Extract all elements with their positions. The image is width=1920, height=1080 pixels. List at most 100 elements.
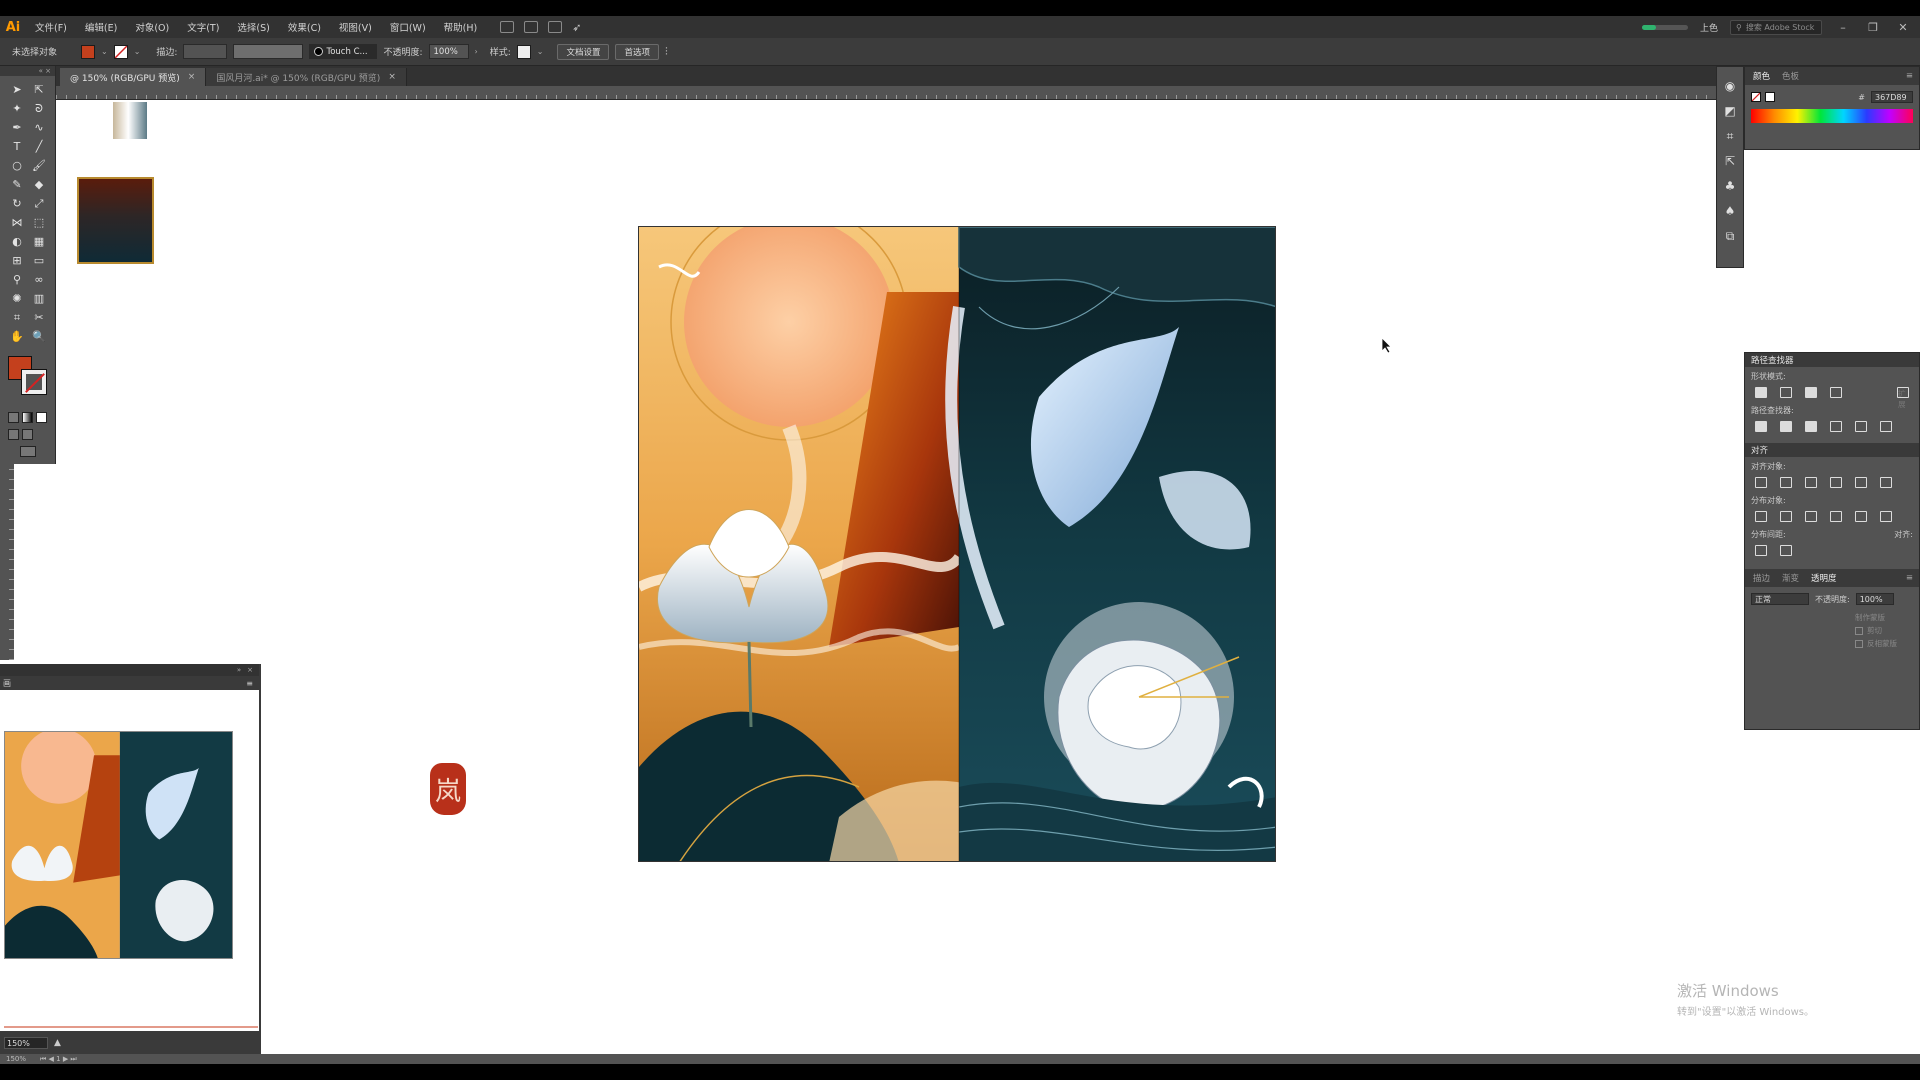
brushes-icon[interactable]: ♠ <box>1723 204 1737 218</box>
minus-front-icon[interactable] <box>1780 387 1792 398</box>
artboard-icon[interactable]: ⌗ <box>8 310 26 325</box>
vertical-ruler[interactable] <box>0 460 14 660</box>
draw-behind-icon[interactable] <box>22 429 33 440</box>
menu-effect[interactable]: 效果(C) <box>279 20 330 34</box>
gpu-performance-icon[interactable]: ➶ <box>572 21 581 34</box>
outline-icon[interactable] <box>1855 421 1867 432</box>
distribute-bottom-icon[interactable] <box>1805 511 1817 522</box>
merge-icon[interactable] <box>1805 421 1817 432</box>
ellipse-icon[interactable]: ○ <box>8 158 26 173</box>
close-icon[interactable]: × <box>188 72 196 82</box>
slice-icon[interactable]: ✂ <box>30 310 48 325</box>
width-icon[interactable]: ⋈ <box>8 215 26 230</box>
gradient-rectangle[interactable] <box>77 177 154 264</box>
image-trace-icon[interactable]: ◩ <box>1723 104 1737 118</box>
menu-window[interactable]: 窗口(W) <box>381 20 435 34</box>
clip-checkbox[interactable] <box>1855 626 1863 635</box>
free-transform-icon[interactable]: ⬚ <box>30 215 48 230</box>
pathfinder-title[interactable]: 路径查找器 <box>1745 353 1919 367</box>
zoom-icon[interactable]: 🔍 <box>30 329 48 344</box>
stroke-color-swatch[interactable] <box>113 44 128 59</box>
menu-object[interactable]: 对象(O) <box>126 20 178 34</box>
panel-menu-icon[interactable]: ≡ <box>1906 71 1913 81</box>
workspace-switcher[interactable]: 上色 <box>1700 21 1718 34</box>
tab-swatches[interactable]: 色板 <box>1782 70 1799 82</box>
zoom-out-icon[interactable]: ▲ <box>54 1038 61 1048</box>
arrange-icon[interactable]: ⫶ <box>665 45 668 59</box>
direct-selection-icon[interactable]: ⇱ <box>30 82 48 97</box>
navigator-thumbnail[interactable] <box>4 731 233 959</box>
gradient-icon[interactable]: ▭ <box>30 253 48 268</box>
tab-gradient[interactable]: 渐变 <box>1782 572 1799 584</box>
align-hcenter-icon[interactable] <box>1780 477 1792 488</box>
chevron-down-icon[interactable]: ⌄ <box>134 47 141 56</box>
divide-icon[interactable] <box>1755 421 1767 432</box>
graphic-style-swatch[interactable] <box>516 44 531 59</box>
pencil-icon[interactable]: ✎ <box>8 177 26 192</box>
red-seal-stamp[interactable]: 岚 <box>430 763 466 815</box>
transform-icon[interactable]: ⌗ <box>1723 129 1737 143</box>
lasso-icon[interactable]: ᘐ <box>30 101 48 116</box>
artboard-navigation[interactable]: ⏮ ◀ 1 ▶ ⏭ <box>40 1055 77 1064</box>
magic-wand-icon[interactable]: ✦ <box>8 101 26 116</box>
type-icon[interactable]: T <box>8 139 26 154</box>
panel-menu-icon[interactable]: ≡ <box>246 679 253 688</box>
stroke-swatch[interactable] <box>21 369 47 395</box>
distribute-left-icon[interactable] <box>1830 511 1842 522</box>
minimize-button[interactable]: – <box>1834 21 1852 34</box>
arrange-documents-icon[interactable] <box>548 21 563 33</box>
chevron-down-icon[interactable]: ⌄ <box>101 47 108 56</box>
menu-edit[interactable]: 编辑(E) <box>76 20 126 34</box>
chevron-right-icon[interactable]: › <box>475 47 478 56</box>
eyedropper-icon[interactable]: ⚲ <box>8 272 26 287</box>
navigator-zoom-field[interactable]: 150% <box>4 1036 48 1049</box>
symbol-sprayer-icon[interactable]: ✺ <box>8 291 26 306</box>
invert-mask-checkbox[interactable] <box>1855 639 1863 648</box>
pen-icon[interactable]: ✒ <box>8 120 26 135</box>
trim-icon[interactable] <box>1780 421 1792 432</box>
color-spectrum[interactable] <box>1751 109 1913 123</box>
blend-mode-select[interactable]: 正常 <box>1751 593 1809 605</box>
brush-definition[interactable]: Touch C... <box>309 44 378 59</box>
tab-guofeng-document[interactable]: 国风月河.ai* @ 150% (RGB/GPU 预览) × <box>206 68 407 86</box>
exclude-icon[interactable] <box>1830 387 1842 398</box>
menu-file[interactable]: 文件(F) <box>26 20 76 34</box>
transparency-opacity-field[interactable]: 100% <box>1855 593 1894 605</box>
layers-icon[interactable]: ⧉ <box>1723 229 1737 243</box>
symbols-icon[interactable]: ♣ <box>1723 179 1737 193</box>
distribute-vcenter-icon[interactable] <box>1780 511 1792 522</box>
crop-icon[interactable] <box>1830 421 1842 432</box>
vertical-spacing-icon[interactable] <box>1755 545 1767 556</box>
fill-color-swatch[interactable] <box>81 44 96 59</box>
gradient-mode-icon[interactable] <box>22 412 33 423</box>
menu-view[interactable]: 视图(V) <box>330 20 381 34</box>
navigator-header[interactable]: » × <box>0 664 259 676</box>
curvature-icon[interactable]: ∿ <box>30 120 48 135</box>
hand-icon[interactable]: ✋ <box>8 329 26 344</box>
unite-icon[interactable] <box>1755 387 1767 398</box>
export-icon[interactable]: ⇱ <box>1723 154 1737 168</box>
align-left-icon[interactable] <box>1755 477 1767 488</box>
restore-button[interactable]: ❐ <box>1864 21 1882 34</box>
intersect-icon[interactable] <box>1805 387 1817 398</box>
graph-icon[interactable]: ▥ <box>30 291 48 306</box>
horizontal-ruler[interactable] <box>56 86 1716 100</box>
close-button[interactable]: ✕ <box>1894 21 1912 34</box>
toolbox-header[interactable]: « × <box>0 66 55 76</box>
stock-icon[interactable] <box>524 21 539 33</box>
chevron-down-icon[interactable]: ⌄ <box>537 47 544 56</box>
menu-type[interactable]: 文字(T) <box>178 20 228 34</box>
scale-icon[interactable]: ⤢ <box>30 196 48 211</box>
color-guide-icon[interactable]: ◉ <box>1723 79 1737 93</box>
shape-builder-icon[interactable]: ◐ <box>8 234 26 249</box>
mesh-icon[interactable]: ⊞ <box>8 253 26 268</box>
draw-normal-icon[interactable] <box>8 429 19 440</box>
eraser-icon[interactable]: ◆ <box>30 177 48 192</box>
align-top-icon[interactable] <box>1830 477 1842 488</box>
make-mask-button[interactable]: 制作蒙版 <box>1855 612 1885 623</box>
distribute-right-icon[interactable] <box>1880 511 1892 522</box>
align-title[interactable]: 对齐 <box>1745 443 1919 457</box>
panel-menu-icon[interactable]: ≡ <box>1906 573 1913 583</box>
tab-transparency[interactable]: 透明度 <box>1811 572 1837 584</box>
rotate-icon[interactable]: ↻ <box>8 196 26 211</box>
